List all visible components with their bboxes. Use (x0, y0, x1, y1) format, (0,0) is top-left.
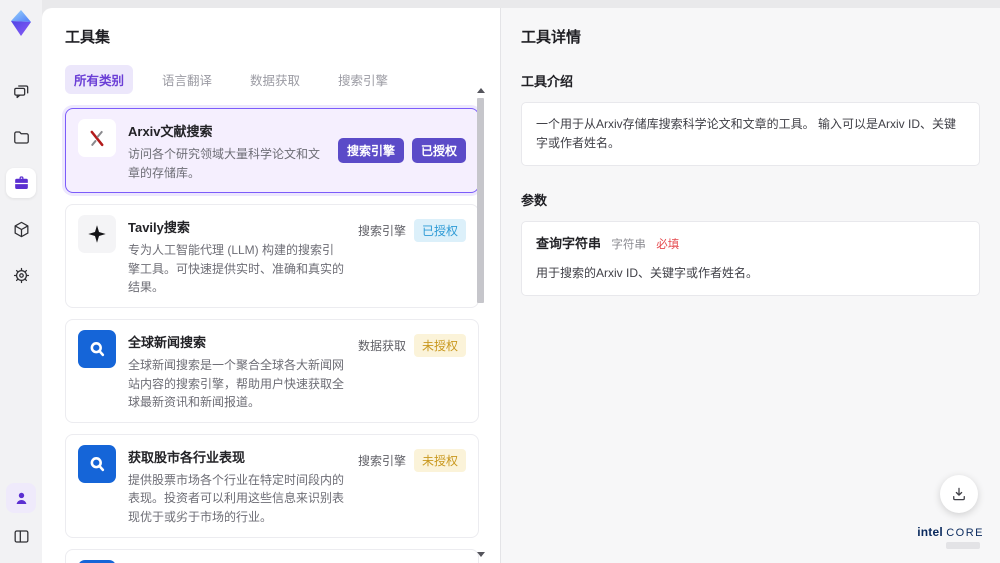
tab-search-engine[interactable]: 搜索引擎 (329, 65, 397, 94)
sidebar-item-tools[interactable] (6, 168, 36, 198)
tool-name: Tavily搜索 (128, 220, 190, 236)
tool-name: Arxiv文献搜索 (128, 124, 213, 139)
briefcase-icon (14, 175, 28, 189)
gear-icon (13, 267, 29, 283)
tool-description: 访问各个研究领域大量科学论文和文章的存储库。 (128, 147, 321, 180)
download-button[interactable] (940, 475, 978, 513)
page-title: 工具集 (65, 29, 111, 46)
sparkle-star-icon (78, 215, 116, 254)
magnifier-blue-icon (78, 444, 116, 483)
tool-name: 获取股市各行业表现 (128, 449, 246, 465)
download-icon (953, 487, 965, 501)
tool-list-pane: 工具集 所有类别 语言翻译 数据获取 搜索引擎 Arxiv文献搜索 访问各个研究… (42, 8, 500, 563)
app-logo-icon (11, 10, 31, 36)
panel-toggle-icon (14, 529, 28, 543)
cube-icon (14, 221, 28, 237)
intel-badge-subbar (946, 542, 980, 549)
sidebar-item-settings[interactable] (6, 260, 36, 290)
user-icon (16, 492, 26, 504)
tool-description: 专为人工智能代理 (LLM) 构建的搜索引擎工具。可快速提供实时、准确和真实的结… (128, 243, 345, 295)
app-window: 工具集 所有类别 语言翻译 数据获取 搜索引擎 Arxiv文献搜索 访问各个研究… (0, 0, 1000, 563)
tool-name: 全球新闻搜索 (128, 334, 207, 350)
category-label: 搜索引擎 (357, 453, 406, 468)
tool-description: 提供股票市场各个行业在特定时间段内的表现。投资者可以利用这些信息来识别表现优于或… (128, 472, 345, 524)
category-label: 搜索引擎 (357, 224, 406, 239)
magnifier-blue-icon (78, 329, 116, 368)
tool-card-most-active-stocks[interactable]: 获取市场最活跃股票信息 提供当天交易量最高的股票列表，投资者可以利用这些信息来识… (65, 548, 479, 563)
tool-card-sector-performance[interactable]: 获取股市各行业表现 提供股票市场各个行业在特定时间段内的表现。投资者可以利用这些… (65, 433, 479, 538)
params-heading: 参数 (521, 193, 548, 209)
magnifier-blue-icon (78, 559, 116, 563)
tool-card-tavily[interactable]: Tavily搜索 专为人工智能代理 (LLM) 构建的搜索引擎工具。可快速提供实… (65, 204, 479, 308)
sidebar-item-packages[interactable] (6, 214, 36, 244)
param-type: 字符串 (611, 239, 646, 252)
folder-icon (13, 130, 29, 144)
tool-card-global-news[interactable]: 全球新闻搜索 全球新闻搜索是一个聚合全球各大新闻网站内容的搜索引擎，帮助用户快速… (65, 318, 479, 423)
detail-title: 工具详情 (521, 29, 582, 46)
category-badge: 搜索引擎 (337, 138, 404, 164)
main-surface: 工具集 所有类别 语言翻译 数据获取 搜索引擎 Arxiv文献搜索 访问各个研究… (42, 8, 1000, 563)
sidebar-item-account[interactable] (6, 483, 36, 513)
param-required-badge: 必填 (656, 239, 680, 252)
scroll-up-icon[interactable] (477, 88, 485, 93)
intel-core-badge: intel core (917, 525, 984, 549)
tool-detail-pane: 工具详情 工具介绍 一个用于从Arxiv存储库搜索科学论文和文章的工具。 输入可… (500, 8, 1000, 563)
scroll-down-icon[interactable] (477, 552, 485, 557)
intel-core-text: core (946, 527, 984, 539)
param-description: 用于搜索的Arxiv ID、关键字或作者姓名。 (536, 266, 759, 281)
tool-card-arxiv[interactable]: Arxiv文献搜索 访问各个研究领域大量科学论文和文章的存储库。 搜索引擎 已授… (65, 108, 479, 194)
scrollbar-thumb[interactable] (477, 98, 484, 303)
status-badge-authorized: 已授权 (411, 138, 466, 164)
category-tabs: 所有类别 语言翻译 数据获取 搜索引擎 (65, 65, 500, 94)
sidebar-item-chat[interactable] (6, 76, 36, 106)
sidebar-item-files[interactable] (6, 122, 36, 152)
param-box: 查询字符串 字符串 必填 用于搜索的Arxiv ID、关键字或作者姓名。 (521, 221, 980, 297)
tool-description: 全球新闻搜索是一个聚合全球各大新闻网站内容的搜索引擎，帮助用户快速获取全球最新资… (128, 357, 345, 410)
tab-all-categories[interactable]: 所有类别 (65, 65, 134, 94)
intro-heading: 工具介绍 (521, 74, 574, 89)
arxiv-logo-icon (78, 119, 116, 157)
list-scrollbar (476, 88, 486, 557)
status-badge-unauthorized: 未授权 (413, 333, 466, 357)
chat-icon (13, 84, 28, 98)
category-label: 数据获取 (357, 338, 406, 353)
param-name: 查询字符串 (536, 236, 602, 252)
status-badge-authorized: 已授权 (413, 219, 466, 243)
tab-language-translation[interactable]: 语言翻译 (153, 65, 221, 94)
intro-box: 一个用于从Arxiv存储库搜索科学论文和文章的工具。 输入可以是Arxiv ID… (521, 102, 980, 167)
sidebar-rail (0, 0, 42, 563)
status-badge-unauthorized: 未授权 (413, 448, 466, 472)
sidebar-item-panel-toggle[interactable] (6, 521, 36, 551)
tab-data-fetch[interactable]: 数据获取 (241, 65, 309, 94)
tool-list: Arxiv文献搜索 访问各个研究领域大量科学论文和文章的存储库。 搜索引擎 已授… (65, 108, 479, 563)
intel-brand-text: intel (917, 525, 943, 539)
